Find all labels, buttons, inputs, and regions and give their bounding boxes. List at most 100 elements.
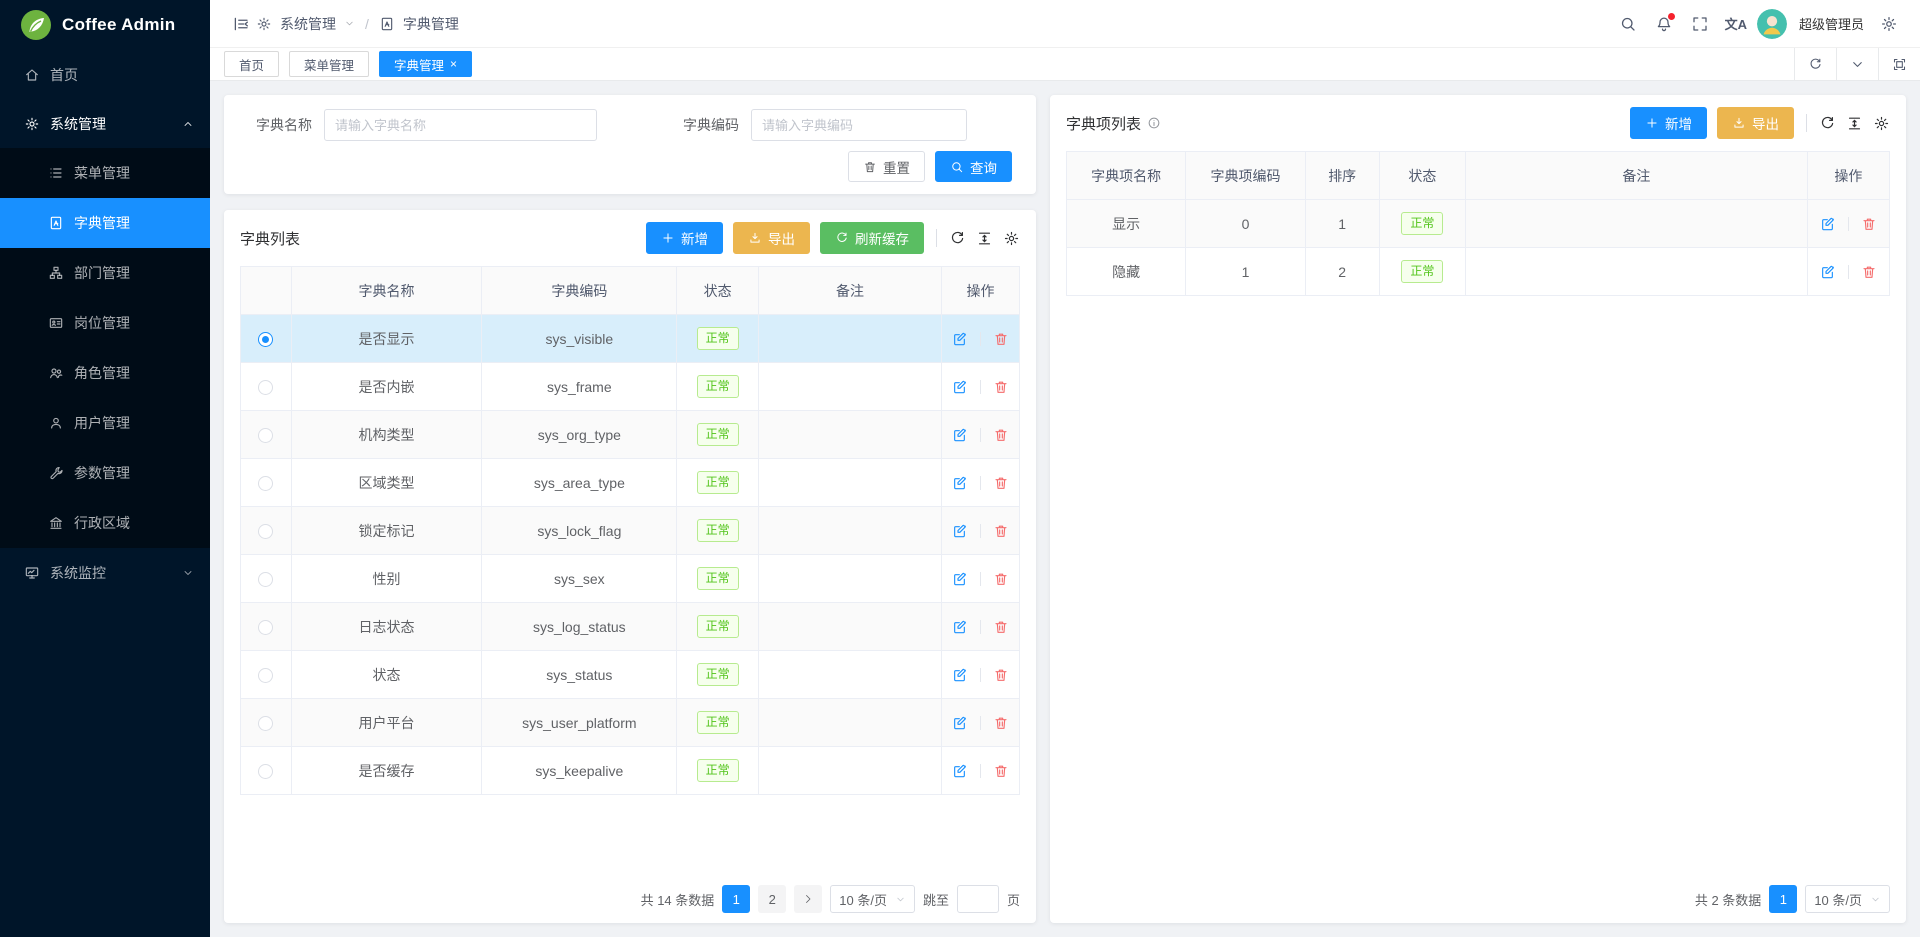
edit-icon[interactable] <box>1820 264 1836 280</box>
breadcrumb-section[interactable]: 系统管理 <box>280 14 336 34</box>
edit-icon[interactable] <box>952 523 968 539</box>
translate-icon[interactable]: 文A <box>1721 9 1751 39</box>
edit-icon[interactable] <box>1820 216 1836 232</box>
page-1[interactable]: 1 <box>1769 885 1797 913</box>
edit-icon[interactable] <box>952 619 968 635</box>
refresh-icon[interactable] <box>949 230 966 247</box>
row-radio[interactable] <box>258 572 273 587</box>
row-radio[interactable] <box>258 764 273 779</box>
row-radio[interactable] <box>258 716 273 731</box>
table-row[interactable]: 区域类型 sys_area_type 正常 <box>241 459 1020 507</box>
remark-cell <box>759 507 942 555</box>
trash-icon[interactable] <box>993 571 1009 587</box>
line-height-icon[interactable] <box>976 230 993 247</box>
sidebar-item-param-management[interactable]: 参数管理 <box>0 448 210 498</box>
table-row[interactable]: 机构类型 sys_org_type 正常 <box>241 411 1020 459</box>
row-radio[interactable] <box>258 524 273 539</box>
dict-code-input[interactable] <box>751 109 967 141</box>
export-button[interactable]: 导出 <box>1717 107 1794 139</box>
trash-icon[interactable] <box>993 715 1009 731</box>
sidebar-item-dict-management[interactable]: 字典管理 <box>0 198 210 248</box>
fullscreen-icon[interactable] <box>1685 9 1715 39</box>
notification-bell-icon[interactable] <box>1649 9 1679 39</box>
add-button[interactable]: 新增 <box>646 222 723 254</box>
trash-icon[interactable] <box>993 619 1009 635</box>
sidebar-item-system-monitor[interactable]: 系统监控 <box>0 548 210 597</box>
page-size-select[interactable]: 10 条/页 <box>1805 885 1890 913</box>
search-button[interactable]: 查询 <box>935 151 1012 182</box>
trash-icon[interactable] <box>993 523 1009 539</box>
refresh-icon[interactable] <box>1819 115 1836 132</box>
table-row[interactable]: 锁定标记 sys_lock_flag 正常 <box>241 507 1020 555</box>
table-row[interactable]: 是否内嵌 sys_frame 正常 <box>241 363 1020 411</box>
sidebar-item-dept-management[interactable]: 部门管理 <box>0 248 210 298</box>
sidebar-item-home[interactable]: 首页 <box>0 50 210 99</box>
sidebar-item-admin-region[interactable]: 行政区域 <box>0 498 210 548</box>
row-radio[interactable] <box>258 428 273 443</box>
divider <box>980 620 981 634</box>
row-radio[interactable] <box>258 476 273 491</box>
edit-icon[interactable] <box>952 331 968 347</box>
row-radio[interactable] <box>258 620 273 635</box>
tab-menu-management[interactable]: 菜单管理 <box>289 51 369 77</box>
sidebar-item-role-management[interactable]: 角色管理 <box>0 348 210 398</box>
table-row[interactable]: 用户平台 sys_user_platform 正常 <box>241 699 1020 747</box>
sidebar-item-user-management[interactable]: 用户管理 <box>0 398 210 448</box>
row-radio[interactable] <box>258 332 273 347</box>
row-radio[interactable] <box>258 380 273 395</box>
close-icon[interactable]: × <box>450 58 457 70</box>
dict-name-cell: 锁定标记 <box>291 507 482 555</box>
line-height-icon[interactable] <box>1846 115 1863 132</box>
tab-dict-management[interactable]: 字典管理 × <box>379 51 472 77</box>
avatar[interactable] <box>1757 9 1787 39</box>
page-size-select[interactable]: 10 条/页 <box>830 885 915 913</box>
remark-cell <box>1466 200 1808 248</box>
logo[interactable]: Coffee Admin <box>0 0 210 50</box>
sidebar-item-menu-management[interactable]: 菜单管理 <box>0 148 210 198</box>
edit-icon[interactable] <box>952 763 968 779</box>
maximize-icon[interactable] <box>1878 48 1920 80</box>
trash-icon[interactable] <box>993 763 1009 779</box>
trash-icon[interactable] <box>1861 264 1877 280</box>
column-settings-gear-icon[interactable] <box>1873 115 1890 132</box>
info-icon[interactable] <box>1147 116 1161 130</box>
chevron-down-icon[interactable] <box>1836 48 1878 80</box>
edit-icon[interactable] <box>952 715 968 731</box>
table-row[interactable]: 性别 sys_sex 正常 <box>241 555 1020 603</box>
page-2[interactable]: 2 <box>758 885 786 913</box>
refresh-cache-button[interactable]: 刷新缓存 <box>820 222 924 254</box>
jump-page-input[interactable] <box>957 885 999 913</box>
trash-icon[interactable] <box>993 475 1009 491</box>
trash-icon[interactable] <box>993 379 1009 395</box>
edit-icon[interactable] <box>952 475 968 491</box>
username[interactable]: 超级管理员 <box>1799 14 1864 33</box>
edit-icon[interactable] <box>952 379 968 395</box>
export-button[interactable]: 导出 <box>733 222 810 254</box>
item-name-cell: 显示 <box>1067 200 1186 248</box>
trash-icon[interactable] <box>1861 216 1877 232</box>
edit-icon[interactable] <box>952 571 968 587</box>
trash-icon[interactable] <box>993 667 1009 683</box>
sidebar-item-system-management[interactable]: 系统管理 <box>0 99 210 148</box>
trash-icon[interactable] <box>993 427 1009 443</box>
page-1[interactable]: 1 <box>722 885 750 913</box>
trash-icon[interactable] <box>993 331 1009 347</box>
reset-button[interactable]: 重置 <box>848 151 925 182</box>
edit-icon[interactable] <box>952 427 968 443</box>
table-row[interactable]: 日志状态 sys_log_status 正常 <box>241 603 1020 651</box>
row-radio[interactable] <box>258 668 273 683</box>
column-settings-gear-icon[interactable] <box>1003 230 1020 247</box>
search-icon[interactable] <box>1613 9 1643 39</box>
sidebar-item-post-management[interactable]: 岗位管理 <box>0 298 210 348</box>
refresh-icon[interactable] <box>1794 48 1836 80</box>
next-page-chevron-icon[interactable] <box>794 885 822 913</box>
collapse-menu-icon[interactable] <box>226 9 256 39</box>
settings-gear-icon[interactable] <box>1874 9 1904 39</box>
table-row[interactable]: 是否缓存 sys_keepalive 正常 <box>241 747 1020 795</box>
table-row[interactable]: 是否显示 sys_visible 正常 <box>241 315 1020 363</box>
edit-icon[interactable] <box>952 667 968 683</box>
dict-name-input[interactable] <box>324 109 597 141</box>
table-row[interactable]: 状态 sys_status 正常 <box>241 651 1020 699</box>
add-button[interactable]: 新增 <box>1630 107 1707 139</box>
tab-home[interactable]: 首页 <box>224 51 279 77</box>
